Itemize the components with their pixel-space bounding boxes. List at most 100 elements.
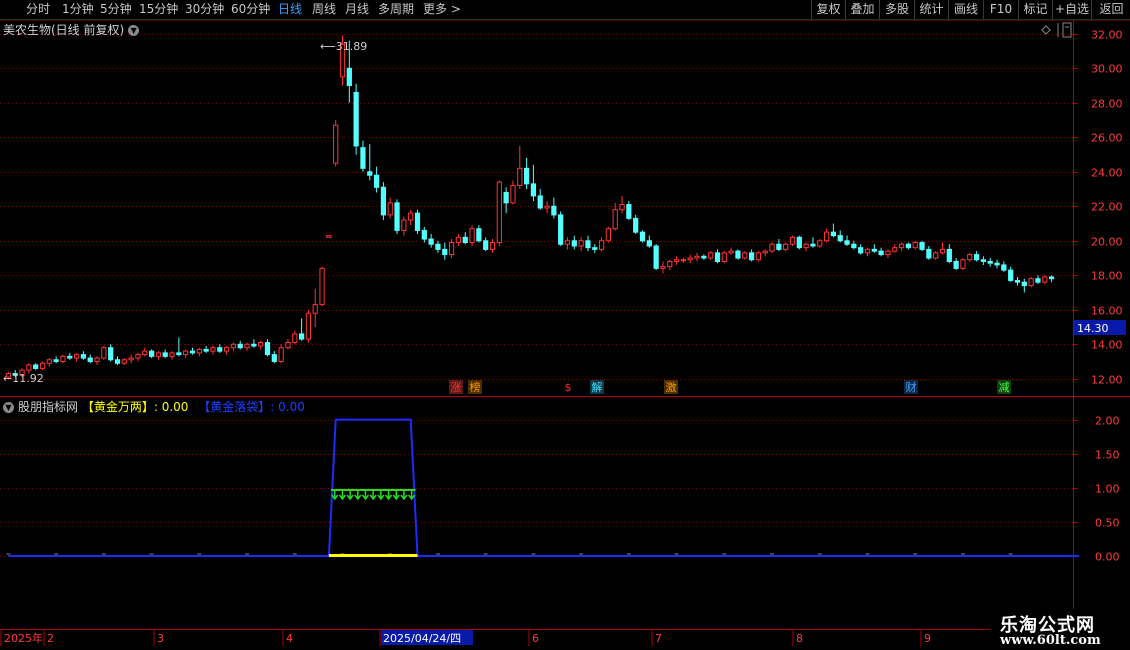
candle-body [462,236,468,243]
statistics-button[interactable]: 统计 [914,0,948,19]
candle-body [1028,278,1034,287]
date-label: 3 [153,630,164,646]
event-tag[interactable]: 解 [590,380,604,394]
event-tag[interactable]: 榜 [468,380,482,394]
date-label-text: 2 [47,632,54,645]
candle [844,235,850,246]
candle [967,252,973,262]
chevron-down-icon[interactable]: ▼ [3,402,14,413]
candle-body [80,354,87,359]
candle-body [155,352,162,357]
candle [687,254,693,264]
mark-button[interactable]: 标记 [1018,0,1052,19]
candle-body [244,343,250,349]
tab-more[interactable]: 更多 > [423,1,461,18]
kline-chart[interactable]: 32.0030.0028.0026.0024.0022.0020.0018.00… [0,20,1130,650]
tab-intraday[interactable]: 分时 [26,1,50,18]
tab-15min[interactable]: 15分钟 [139,1,178,18]
candle-body [605,228,612,242]
candle-body [510,185,516,204]
price-tick-label: 22.00 [1091,201,1123,214]
down-arrow-icon [392,490,400,501]
date-label-text: 8 [796,632,803,645]
chevron-down-icon[interactable]: ▼ [128,25,140,36]
stock-title[interactable]: 美农生物(日线 前复权) ▼ [3,21,140,38]
candle [878,247,884,257]
date-label: 2025/04/24/四 [379,630,473,646]
candle [380,182,387,221]
candle [551,197,557,219]
candle-body [346,67,352,87]
tab-weekly[interactable]: 周线 [312,1,336,18]
candle [544,201,550,214]
candle-body [128,357,134,361]
candle-body [755,252,762,261]
tab-30min[interactable]: 30分钟 [185,1,224,18]
fuquan-button[interactable]: 复权 [811,0,845,19]
tab-1min[interactable]: 1分钟 [62,1,94,18]
tab-60min[interactable]: 60分钟 [231,1,270,18]
candle-body [646,240,652,247]
candle-body [489,241,496,250]
draw-line-button[interactable]: 画线 [948,0,983,19]
candle-body [46,359,52,364]
candle-body [237,343,243,349]
candle [939,242,946,255]
candle [919,240,925,252]
candle-body [748,252,755,261]
event-tag[interactable]: 减 [997,380,1011,394]
candlestick-series [5,35,1055,379]
event-tag[interactable]: 激 [664,380,678,394]
candle-body [789,236,796,245]
add-watchlist-button[interactable]: +自选 [1052,0,1091,19]
date-label-text: 2025/04/24/四 [383,632,461,645]
candle-body [26,364,32,371]
overlay-button[interactable]: 叠加 [845,0,879,19]
indicator-tick-label: 1.00 [1095,483,1120,496]
candle-body [278,347,284,363]
candle-body [496,181,502,243]
price-tick-label: 20.00 [1091,236,1123,249]
candle [1021,278,1027,293]
candle-body [823,231,830,242]
candle [680,258,687,264]
event-tag-label: 涨 [451,381,462,394]
tab-daily[interactable]: 日线 [278,1,302,18]
candle [387,197,393,219]
event-tag[interactable]: 财 [904,380,918,394]
candle [80,351,87,360]
tab-multi-period[interactable]: 多周期 [378,1,414,18]
price-tick-label: 26.00 [1091,132,1123,145]
candle-body [912,241,918,249]
event-tag[interactable]: 涨 [449,380,463,394]
diamond-icon[interactable] [1041,25,1051,35]
candle [94,356,100,365]
candle [1042,275,1048,284]
multi-stock-button[interactable]: 多股 [879,0,914,19]
candle [73,352,80,362]
candle [898,242,905,252]
back-button[interactable]: 返回 [1091,0,1130,19]
candle-body [973,254,980,261]
watermark: 乐淘公式网 www.60lt.com [990,609,1130,650]
candle-body [939,248,946,254]
f10-button[interactable]: F10 [983,0,1018,19]
candle [578,237,584,252]
tab-5min[interactable]: 5分钟 [100,1,132,18]
candle-body [121,359,127,364]
candle-body [114,359,121,364]
event-tag[interactable]: $ [561,380,575,394]
indicator-title[interactable]: ▼ 股朋指标网 【黄金万两】: 0.00 【黄金落袋】: 0.00 [3,398,305,415]
candle [953,258,959,271]
candle-body [87,357,93,363]
candle [46,358,52,367]
tab-monthly[interactable]: 月线 [345,1,369,18]
candle-body [858,247,864,254]
candle [980,256,987,265]
candle-body [373,174,380,188]
candle [721,251,727,264]
candle [933,251,939,260]
candle [148,349,155,359]
date-label: 2025年 [0,630,43,646]
indicator-name: 股朋指标网 [18,400,79,414]
